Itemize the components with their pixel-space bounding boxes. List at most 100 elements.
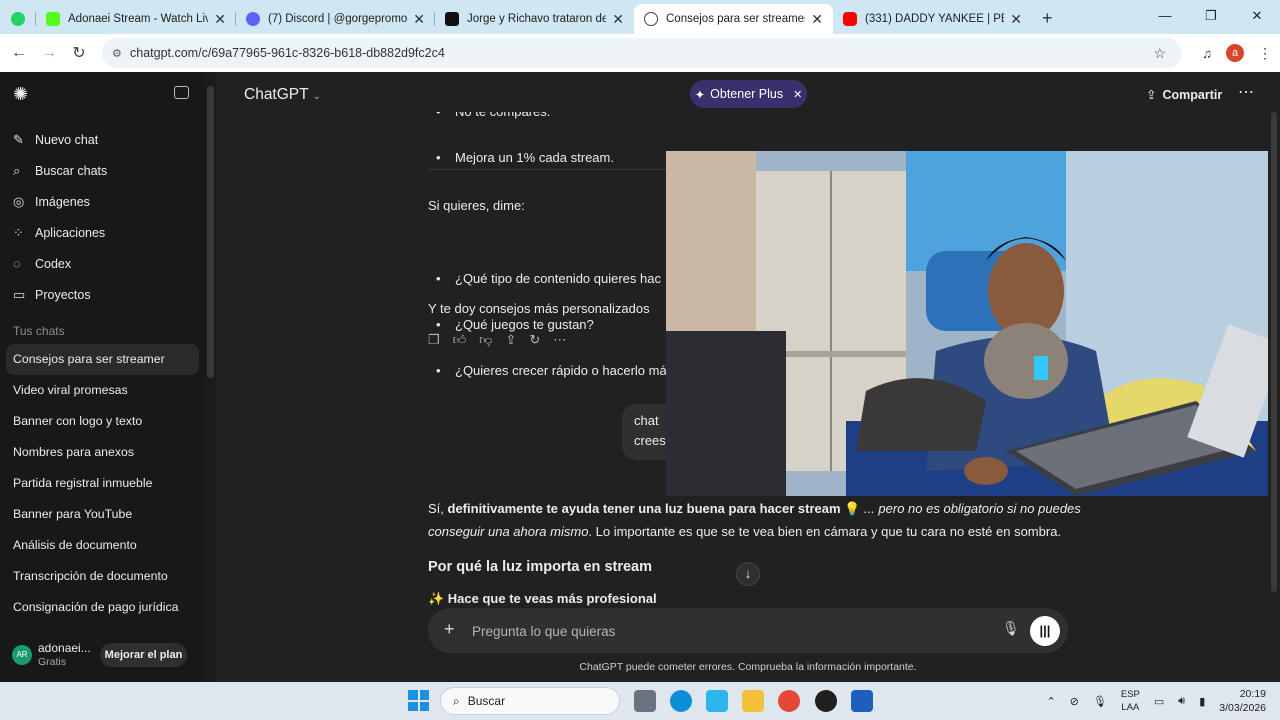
close-icon[interactable]: ✕ <box>811 11 823 28</box>
chat-history-item[interactable]: Consejos para ser streamer <box>6 344 199 375</box>
chat-history-item[interactable]: Banner para YouTube <box>0 499 205 530</box>
network-off-icon[interactable]: ⊘ <box>1070 695 1079 708</box>
sidebar-item-label: Nuevo chat <box>35 132 99 147</box>
scrollbar-thumb[interactable] <box>1271 112 1277 592</box>
chat-history-item[interactable]: Banner con logo y texto <box>0 406 205 437</box>
sidebar-scrollbar[interactable] <box>205 72 216 682</box>
windows-start-icon[interactable] <box>408 690 429 711</box>
sidebar-item-new-chat[interactable]: ✎ Nuevo chat <box>0 124 205 155</box>
clock[interactable]: 20:19 3/03/2026 <box>1219 687 1266 715</box>
chat-history-item[interactable]: Consignación de pago jurídica <box>0 592 205 623</box>
chat-history-item[interactable]: Video viral promesas <box>0 375 205 406</box>
new-chat-icon: ✎ <box>13 131 24 147</box>
close-icon[interactable]: ✕ <box>793 88 802 101</box>
site-info-icon[interactable]: ⚙ <box>112 47 122 60</box>
sidebar-item-label: Imágenes <box>35 194 90 209</box>
sidebar-item-label: Aplicaciones <box>35 225 106 240</box>
voice-mode-button[interactable]: ||| <box>1030 616 1060 646</box>
chat-history-item[interactable]: Nombres para anexos <box>0 437 205 468</box>
new-tab-button[interactable]: + <box>1042 4 1053 34</box>
taskbar-search-label: Buscar <box>467 694 506 708</box>
close-icon[interactable]: ✕ <box>612 11 624 28</box>
profile-avatar[interactable]: a <box>1226 44 1244 62</box>
close-icon[interactable]: ✕ <box>413 11 425 28</box>
task-view-icon[interactable] <box>634 690 656 712</box>
file-explorer-icon[interactable] <box>742 690 764 712</box>
chat-history-item[interactable]: Partida registral inmueble <box>0 468 205 499</box>
display-icon[interactable]: ▭ <box>1154 695 1164 708</box>
media-control-icon[interactable]: ♫ <box>1202 46 1212 61</box>
openai-logo-icon[interactable]: ✺ <box>13 84 28 105</box>
close-icon[interactable]: ✕ <box>1010 11 1022 28</box>
attach-plus-icon[interactable]: + <box>444 619 455 640</box>
sidebar-item-images[interactable]: ◎ Imágenes <box>0 186 205 217</box>
apps-icon: ⁘ <box>13 224 24 240</box>
language-indicator[interactable]: ESP LAA <box>1121 688 1140 714</box>
microphone-icon[interactable]: 🎙︎ <box>1002 620 1020 637</box>
chatgpt-app-icon[interactable] <box>815 690 837 712</box>
scroll-down-button[interactable]: ↓ <box>736 562 760 586</box>
tiktok-icon <box>445 12 459 26</box>
bookmark-star-icon[interactable]: ☆ <box>1153 45 1166 62</box>
close-icon[interactable]: ✕ <box>214 11 226 28</box>
word-icon[interactable] <box>851 690 873 712</box>
user-account[interactable]: AR adonaei... Gratis Mejorar el plan <box>0 627 205 682</box>
user-info: adonaei... Gratis <box>38 641 91 669</box>
lang-code: ESP <box>1120 689 1140 700</box>
edge-icon[interactable] <box>670 690 692 712</box>
chat-history-item[interactable]: Análisis de documento <box>0 530 205 561</box>
more-options-icon[interactable]: ⋯ <box>1238 82 1254 102</box>
close-window-button[interactable]: ✕ <box>1234 0 1280 34</box>
sidebar-item-folder[interactable]: ▭ Proyectos <box>0 279 205 310</box>
tab-title: Jorge y Richavo trataron de ale <box>467 13 607 25</box>
get-plus-button[interactable]: ✦ Obtener Plus ✕ <box>690 80 807 108</box>
window-controls: — ❐ ✕ <box>1142 0 1280 34</box>
answer-paragraph: Sí, definitivamente te ayuda tener una l… <box>428 497 1081 520</box>
maximize-button[interactable]: ❐ <box>1188 0 1234 34</box>
tab-title: Adonaei Stream - Watch Live o <box>68 13 209 25</box>
tab-discord[interactable]: (7) Discord | @gorgepromoter ✕ <box>236 4 435 34</box>
sidebar-toggle-icon[interactable] <box>174 86 189 99</box>
main-scrollbar[interactable] <box>1268 72 1280 682</box>
volume-icon[interactable]: 🔊︎ <box>1178 695 1185 708</box>
regenerate-icon[interactable]: ↻ <box>529 332 540 348</box>
subpoint: ✨ Hace que te veas más profesional <box>428 591 657 606</box>
more-icon[interactable]: ⋯ <box>553 332 566 348</box>
sidebar-item-search[interactable]: ⌕ Buscar chats <box>0 155 205 186</box>
url-field[interactable]: ⚙ chatgpt.com/c/69a77965-961c-8326-b618-… <box>102 38 1182 68</box>
tab-kick[interactable]: Adonaei Stream - Watch Live o ✕ <box>36 4 236 34</box>
store-icon[interactable] <box>706 690 728 712</box>
chrome-icon[interactable] <box>778 690 800 712</box>
scrollbar-thumb[interactable] <box>207 86 214 378</box>
minimize-button[interactable]: — <box>1142 0 1188 34</box>
sidebar-item-apps[interactable]: ⁘ Aplicaciones <box>0 217 205 248</box>
browser-menu-icon[interactable]: ⋮ <box>1258 45 1272 62</box>
microphone-icon[interactable]: 🎙︎ <box>1093 695 1107 708</box>
prompt-input[interactable] <box>472 620 952 642</box>
show-hidden-icons[interactable]: ⌃ <box>1046 695 1055 708</box>
copy-icon[interactable]: ❐ <box>428 332 440 348</box>
reload-button[interactable]: ↻ <box>64 43 94 63</box>
share-button[interactable]: ⇪ Compartir <box>1146 87 1222 102</box>
tab-tiktok[interactable]: Jorge y Richavo trataron de ale ✕ <box>435 4 634 34</box>
model-selector[interactable]: ChatGPT ⌄ <box>244 86 321 104</box>
thumbs-down-icon[interactable]: 👎︎ <box>479 332 492 348</box>
upgrade-plan-button[interactable]: Mejorar el plan <box>100 643 187 667</box>
chats-section-title: Tus chats <box>13 324 65 338</box>
tab-youtube[interactable]: (331) DADDY YANKEE | PERROS ✕ <box>833 4 1032 34</box>
share-icon[interactable]: ⇪ <box>505 332 516 348</box>
battery-icon[interactable]: ▮ <box>1199 695 1205 708</box>
tab-whatsapp[interactable] <box>0 4 36 34</box>
avatar: AR <box>12 644 32 665</box>
thumbs-up-icon[interactable]: 👍︎ <box>453 332 467 348</box>
chatgpt-icon <box>644 12 658 26</box>
taskbar-search[interactable]: ⌕ Buscar <box>440 687 620 715</box>
forward-button[interactable]: → <box>34 44 64 62</box>
chat-history-item[interactable]: Transcripción de documento <box>0 561 205 592</box>
sidebar-item-codex[interactable]: ◌ Codex <box>0 248 205 279</box>
sidebar-item-label: Buscar chats <box>35 163 108 178</box>
user-plan: Gratis <box>38 655 67 668</box>
back-button[interactable]: ← <box>4 44 34 62</box>
taskbar: ⌕ Buscar ⌃ ⊘ 🎙︎ ESP LAA ▭ 🔊︎ ▮ 20:19 3/0… <box>0 682 1280 720</box>
tab-chatgpt[interactable]: Consejos para ser streamer ✕ <box>634 4 833 34</box>
